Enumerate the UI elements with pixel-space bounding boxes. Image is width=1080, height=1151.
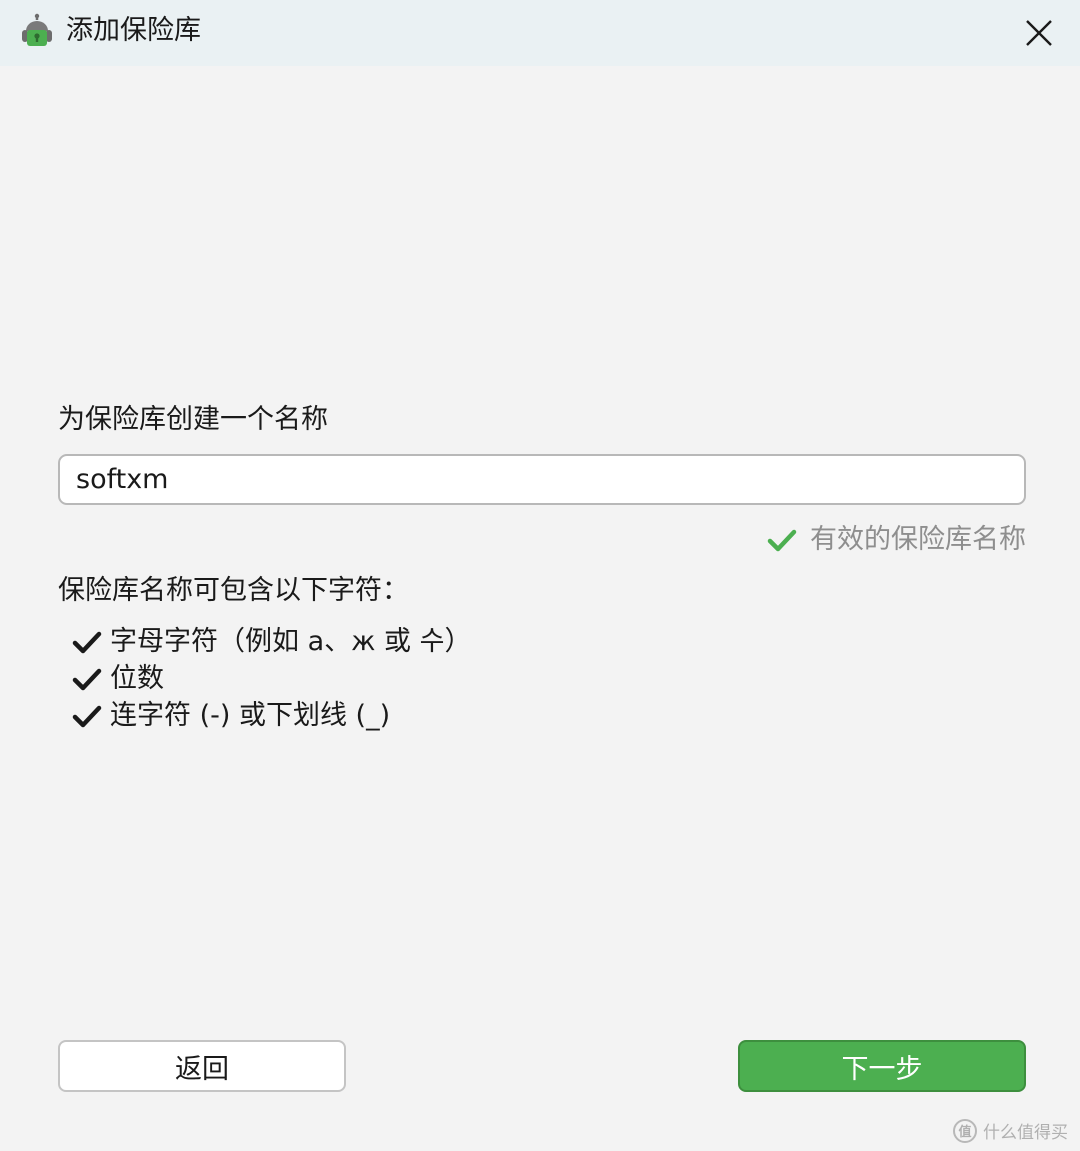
close-icon: [1026, 20, 1052, 46]
check-icon: [72, 631, 102, 653]
robot-lock-icon: [18, 13, 56, 51]
rule-item-letters: 字母字符（例如 a、ж 或 수）: [72, 623, 471, 660]
watermark-logo-icon: 值: [953, 1118, 977, 1143]
window-title: 添加保险库: [66, 15, 201, 46]
watermark-text: 什么值得买: [983, 1123, 1068, 1143]
rule-item-hyphen-underscore: 连字符 (-) 或下划线 (_): [72, 697, 471, 734]
vault-name-label: 为保险库创建一个名称: [58, 404, 328, 435]
close-button[interactable]: [1018, 12, 1060, 54]
back-button[interactable]: 返回: [58, 1040, 346, 1092]
rule-text: 字母字符（例如 a、ж 或 수）: [110, 626, 472, 657]
rules-heading: 保险库名称可包含以下字符：: [58, 575, 409, 606]
title-bar: 添加保险库: [0, 0, 1080, 66]
next-button[interactable]: 下一步: [738, 1040, 1026, 1092]
rule-item-digits: 位数: [72, 660, 471, 697]
rule-text: 位数: [110, 663, 164, 694]
check-icon: [72, 668, 102, 690]
check-icon: [767, 529, 797, 552]
rules-list: 字母字符（例如 a、ж 或 수） 位数 连字符 (-) 或下划线 (_): [72, 623, 471, 734]
watermark: 值 什么值得买: [953, 1118, 1068, 1143]
vault-name-input[interactable]: [58, 454, 1026, 505]
check-icon: [72, 705, 102, 727]
rule-text: 连字符 (-) 或下划线 (_): [110, 700, 391, 731]
validation-message: 有效的保险库名称: [766, 521, 1026, 559]
validation-text: 有效的保险库名称: [810, 524, 1026, 555]
